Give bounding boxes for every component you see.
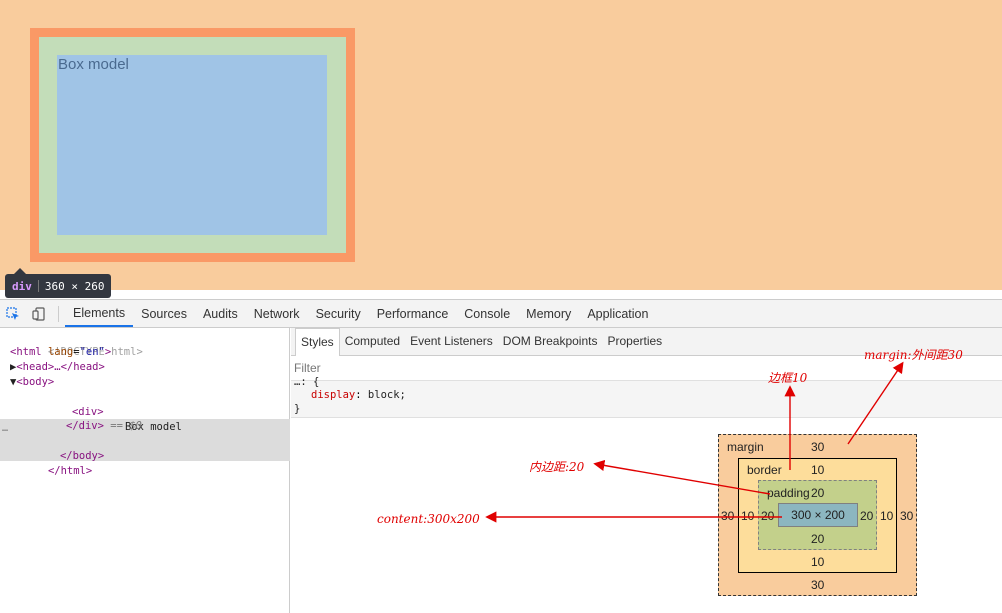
tab-performance[interactable]: Performance: [369, 300, 457, 327]
padding-left-value[interactable]: 20: [761, 509, 774, 523]
rule-close: }: [294, 403, 301, 415]
tooltip-dimensions: 360 × 260: [44, 279, 105, 293]
tooltip-separator: [37, 280, 39, 292]
div-close-tag: </div>: [66, 420, 104, 432]
content-highlight[interactable]: [57, 55, 327, 235]
margin-top-value[interactable]: 30: [811, 440, 824, 454]
border-left-value[interactable]: 10: [741, 509, 754, 523]
css-rule-block: …: { display: block; }: [291, 376, 1002, 418]
html-tag: <html: [10, 346, 42, 358]
rule-value: block;: [367, 389, 406, 401]
box-model-content[interactable]: 300 × 200: [778, 503, 858, 527]
padding-top-value[interactable]: 20: [811, 486, 824, 500]
tab-network[interactable]: Network: [246, 300, 308, 327]
tab-elements[interactable]: Elements: [65, 300, 134, 327]
subtab-styles[interactable]: Styles: [295, 328, 340, 356]
tab-console[interactable]: Console: [456, 300, 518, 327]
tab-memory[interactable]: Memory: [518, 300, 579, 327]
styles-filter-input[interactable]: Filter: [294, 361, 321, 375]
dom-html-close[interactable]: </html>: [10, 449, 300, 477]
dom-html-open[interactable]: <html lang="en">: [10, 345, 300, 360]
annotation-padding: 内边距:20: [529, 460, 585, 474]
device-toolbar-icon[interactable]: [26, 300, 52, 327]
html-close-tag: </html>: [47, 465, 93, 477]
subtab-dom-breakpoints[interactable]: DOM Breakpoints: [498, 328, 603, 355]
html-attr-name: lang: [47, 346, 74, 358]
margin-right-value[interactable]: 30: [900, 509, 913, 523]
tab-audits[interactable]: Audits: [195, 300, 246, 327]
body-tag: <body>: [16, 376, 55, 388]
padding-label: padding: [767, 486, 810, 500]
subtab-event-listeners[interactable]: Event Listeners: [405, 328, 498, 355]
padding-right-value[interactable]: 20: [860, 509, 873, 523]
margin-left-value[interactable]: 30: [721, 509, 734, 523]
margin-label: margin: [727, 440, 764, 454]
tab-security[interactable]: Security: [308, 300, 369, 327]
annotation-margin: margin:外间距30: [864, 348, 963, 362]
border-bottom-value[interactable]: 10: [811, 555, 824, 569]
dom-body-open[interactable]: ▼<body>: [10, 375, 300, 390]
head-tag: <head>…</head>: [16, 361, 105, 373]
toolbar-divider: [58, 305, 59, 322]
rule-selector: …: {: [294, 376, 320, 388]
more-actions-dots[interactable]: …: [2, 423, 8, 434]
element-tooltip: div 360 × 260: [5, 274, 112, 298]
padding-bottom-value[interactable]: 20: [811, 532, 824, 546]
dom-head[interactable]: ▶<head>…</head>: [10, 360, 300, 375]
page-viewport: Box model: [0, 0, 1002, 290]
dom-tree-pane: … <!DOCTYPE html> <html lang="en"> ▶<hea…: [0, 328, 290, 613]
html-tag-close: >: [104, 346, 112, 358]
html-attr-value: "en": [79, 346, 105, 358]
annotation-border: 边框10: [768, 371, 808, 385]
inspect-element-icon[interactable]: [0, 300, 26, 327]
rule-declaration[interactable]: display: block;: [311, 388, 406, 402]
subtab-properties[interactable]: Properties: [602, 328, 667, 355]
annotation-content: content:300x200: [377, 512, 480, 526]
tooltip-tag: div: [12, 279, 32, 293]
dom-body-close[interactable]: </body>: [22, 434, 312, 462]
border-label: border: [747, 463, 782, 477]
dom-doctype[interactable]: <!DOCTYPE html>: [10, 330, 300, 358]
tab-application[interactable]: Application: [579, 300, 656, 327]
tab-sources[interactable]: Sources: [133, 300, 195, 327]
border-right-value[interactable]: 10: [880, 509, 893, 523]
rule-property: display: [311, 389, 356, 401]
box-model-text: Box model: [58, 56, 129, 73]
border-top-value[interactable]: 10: [811, 463, 824, 477]
selected-marker: == $0: [110, 420, 142, 432]
devtools-tabbar: Elements Sources Audits Network Security…: [0, 300, 1002, 328]
dom-div-open[interactable]: <div>: [34, 390, 324, 418]
margin-bottom-value[interactable]: 30: [811, 578, 824, 592]
subtab-computed[interactable]: Computed: [340, 328, 405, 355]
